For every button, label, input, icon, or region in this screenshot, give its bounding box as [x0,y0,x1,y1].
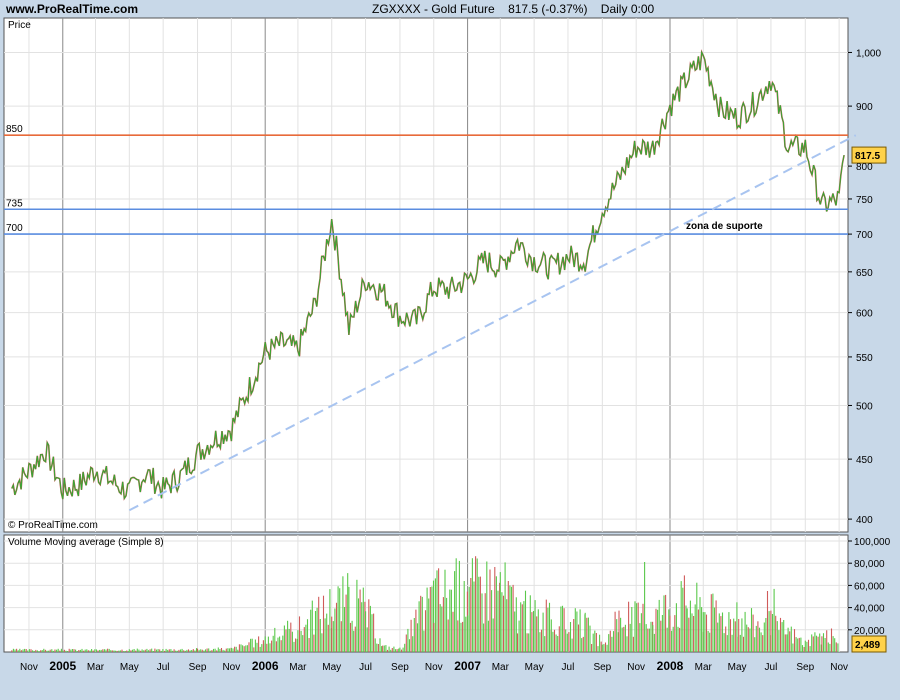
price-y-tick-label: 550 [856,353,873,364]
x-tick-label: Mar [289,662,307,673]
x-tick-label: Nov [222,662,240,673]
x-tick-label: Nov [830,662,848,673]
horizontal-level-label: 850 [6,124,23,135]
x-tick-label: 2006 [252,659,279,673]
x-tick-label: Sep [391,662,409,673]
x-tick-label: Mar [492,662,510,673]
gold-future-chart[interactable]: 850 735 700 zona de suporte 817.5 2,489 Nov 20… [0,0,900,700]
last-volume-badge-label: 2,489 [855,640,880,651]
price-panel-label: Price [8,20,31,31]
price-y-tick-label: 400 [856,515,873,526]
price-panel[interactable] [3,17,849,533]
price-y-tick-label: 800 [856,162,873,173]
x-tick-label: Sep [189,662,207,673]
support-zone-annotation: zona de suporte [686,221,763,232]
x-tick-label: May [322,662,341,673]
horizontal-level-label: 735 [6,198,23,209]
volume-y-tick-label: 80,000 [854,559,885,570]
price-y-tick-label: 900 [856,102,873,113]
x-tick-label: May [728,662,747,673]
last-price-badge-label: 817.5 [855,151,880,162]
x-tick-label: 2005 [49,659,76,673]
x-tick-label: Jul [765,662,778,673]
x-tick-label: Nov [627,662,645,673]
price-y-tick-label: 1,000 [856,48,881,59]
x-tick-label: 2008 [657,659,684,673]
volume-y-tick-label: 40,000 [854,604,885,615]
price-y-tick-label: 750 [856,195,873,206]
x-tick-label: Sep [796,662,814,673]
volume-panel-label: Volume Moving average (Simple 8) [8,537,164,548]
x-tick-label: 2007 [454,659,481,673]
price-y-tick-label: 700 [856,230,873,241]
x-tick-label: Nov [425,662,443,673]
price-y-tick-label: 600 [856,309,873,320]
x-tick-label: Sep [593,662,611,673]
x-tick-label: Jul [157,662,170,673]
watermark: © ProRealTime.com [8,520,98,531]
x-tick-label: May [525,662,544,673]
x-tick-label: Mar [695,662,713,673]
horizontal-level-label: 700 [6,223,23,234]
volume-y-tick-label: 100,000 [854,537,891,548]
x-tick-label: Jul [359,662,372,673]
price-y-tick-label: 500 [856,401,873,412]
volume-y-tick-label: 20,000 [854,626,885,637]
x-tick-label: Jul [562,662,575,673]
x-tick-label: May [120,662,139,673]
price-y-tick-label: 450 [856,455,873,466]
volume-y-tick-label: 60,000 [854,581,885,592]
x-tick-label: Nov [20,662,38,673]
x-tick-label: Mar [87,662,105,673]
price-y-tick-label: 650 [856,268,873,279]
